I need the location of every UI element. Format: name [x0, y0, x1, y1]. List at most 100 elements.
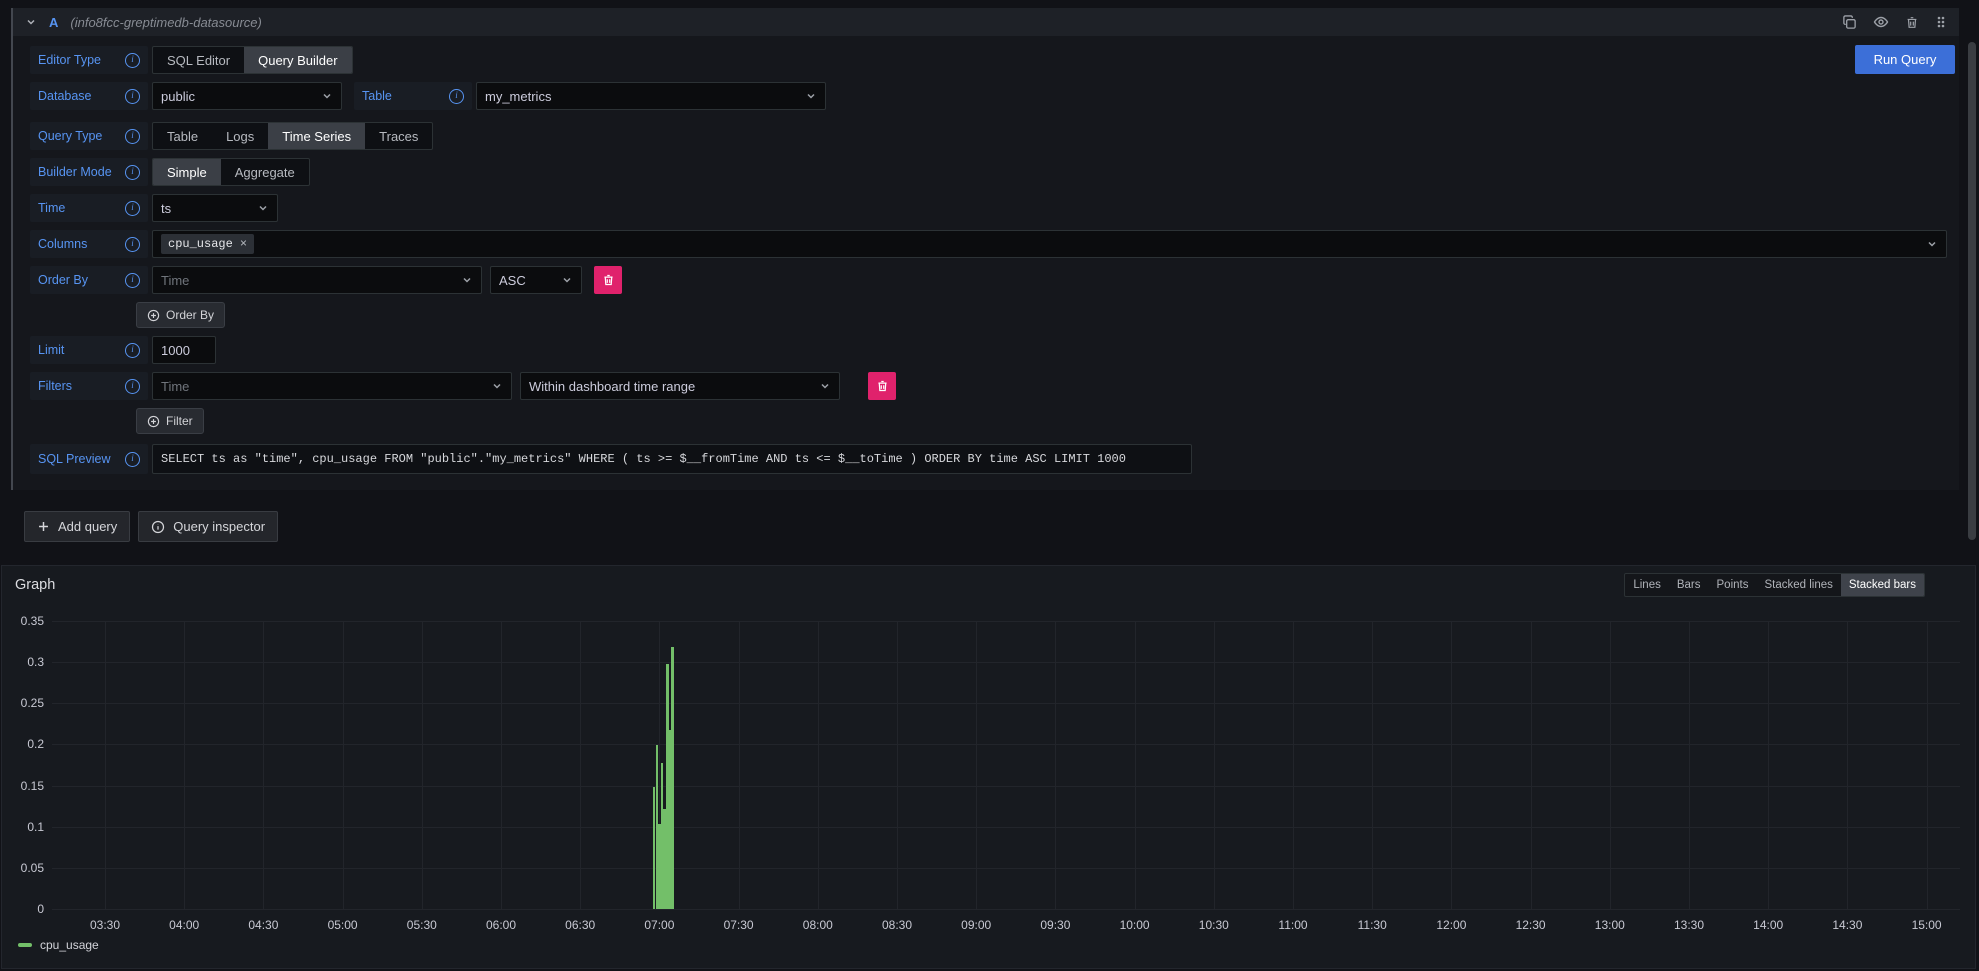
option-points[interactable]: Points	[1709, 574, 1757, 596]
row-limit: Limit i	[30, 336, 1947, 364]
row-editor-type: Editor Type i SQL Editor Query Builder	[30, 46, 1947, 74]
plot-area	[52, 621, 1960, 909]
x-tick-label: 05:30	[407, 918, 437, 932]
info-icon: i	[125, 201, 140, 216]
query-body: Editor Type i SQL Editor Query Builder D…	[13, 36, 1959, 490]
v-gridline	[1531, 621, 1532, 909]
row-database: Database i public Table i my_metrics	[30, 82, 1947, 110]
legend-item-cpu-usage[interactable]: cpu_usage	[18, 938, 99, 952]
order-by-field-select[interactable]: Time	[152, 266, 482, 294]
x-tick-label: 06:00	[486, 918, 516, 932]
duplicate-query-icon[interactable]	[1842, 15, 1857, 30]
row-builder-mode: Builder Mode i Simple Aggregate	[30, 158, 1947, 186]
graph-panel: Graph Lines Bars Points Stacked lines St…	[1, 565, 1976, 969]
columns-multiselect[interactable]: cpu_usage ×	[152, 230, 1947, 258]
option-sql-editor[interactable]: SQL Editor	[153, 47, 244, 73]
info-icon: i	[125, 343, 140, 358]
database-label: Database i	[30, 82, 148, 110]
collapse-chevron-icon[interactable]	[25, 16, 37, 28]
v-gridline	[976, 621, 977, 909]
builder-mode-label: Builder Mode i	[30, 158, 148, 186]
y-tick-label: 0.2	[2, 737, 44, 751]
v-gridline	[1847, 621, 1848, 909]
trash-icon	[876, 379, 889, 393]
x-tick-label: 09:00	[961, 918, 991, 932]
option-traces[interactable]: Traces	[365, 123, 432, 149]
x-tick-label: 07:30	[724, 918, 754, 932]
drag-handle-icon[interactable]	[1935, 14, 1947, 30]
x-tick-label: 05:00	[328, 918, 358, 932]
limit-input[interactable]	[152, 336, 216, 364]
chevron-down-icon	[1918, 238, 1938, 250]
info-icon: i	[125, 89, 140, 104]
run-query-button[interactable]: Run Query	[1855, 45, 1955, 74]
add-filter-button[interactable]: Filter	[136, 408, 204, 434]
query-header-actions	[1842, 14, 1947, 30]
v-gridline	[1214, 621, 1215, 909]
x-tick-label: 08:00	[803, 918, 833, 932]
x-tick-label: 06:30	[565, 918, 595, 932]
v-gridline	[1451, 621, 1452, 909]
info-icon: i	[125, 273, 140, 288]
query-inspector-button[interactable]: Query inspector	[138, 511, 278, 542]
v-gridline	[263, 621, 264, 909]
option-aggregate[interactable]: Aggregate	[221, 159, 309, 185]
info-icon: i	[125, 129, 140, 144]
v-gridline	[1135, 621, 1136, 909]
remove-tag-icon[interactable]: ×	[240, 238, 247, 250]
x-tick-label: 14:30	[1832, 918, 1862, 932]
v-gridline	[105, 621, 106, 909]
v-gridline	[818, 621, 819, 909]
x-tick-label: 12:30	[1516, 918, 1546, 932]
editor-type-label: Editor Type i	[30, 46, 148, 74]
x-tick-label: 13:00	[1595, 918, 1625, 932]
y-tick-label: 0.35	[2, 614, 44, 628]
option-table[interactable]: Table	[153, 123, 212, 149]
v-gridline	[1293, 621, 1294, 909]
row-order-by: Order By i Time ASC	[30, 266, 1947, 294]
row-sql-preview: SQL Preview i SELECT ts as "time", cpu_u…	[30, 444, 1947, 474]
option-stacked-lines[interactable]: Stacked lines	[1756, 574, 1840, 596]
scrollbar-thumb[interactable]	[1968, 42, 1976, 540]
time-select[interactable]: ts	[152, 194, 278, 222]
query-header: A (info8fcc-greptimedb-datasource)	[13, 8, 1959, 36]
table-select[interactable]: my_metrics	[476, 82, 826, 110]
option-stacked-bars[interactable]: Stacked bars	[1841, 574, 1924, 596]
row-time: Time i ts	[30, 194, 1947, 222]
x-tick-label: 12:00	[1436, 918, 1466, 932]
add-query-button[interactable]: Add query	[24, 511, 130, 542]
option-bars[interactable]: Bars	[1669, 574, 1709, 596]
display-mode-toggle: Lines Bars Points Stacked lines Stacked …	[1624, 573, 1925, 597]
v-gridline	[343, 621, 344, 909]
query-editor-card: A (info8fcc-greptimedb-datasource) Edito…	[11, 8, 1959, 490]
plus-circle-icon	[147, 309, 160, 322]
h-gridline	[52, 662, 1960, 663]
option-time-series[interactable]: Time Series	[268, 123, 365, 149]
add-order-by-button[interactable]: Order By	[136, 302, 225, 328]
option-simple[interactable]: Simple	[153, 159, 221, 185]
remove-filter-button[interactable]	[868, 372, 896, 400]
filter-range-select[interactable]: Within dashboard time range	[520, 372, 840, 400]
option-lines[interactable]: Lines	[1625, 574, 1669, 596]
option-query-builder[interactable]: Query Builder	[244, 47, 351, 73]
row-query-type: Query Type i Table Logs Time Series Trac…	[30, 122, 1947, 150]
query-ref-id[interactable]: A	[49, 15, 58, 30]
row-columns: Columns i cpu_usage ×	[30, 230, 1947, 258]
toggle-visibility-icon[interactable]	[1873, 14, 1889, 30]
order-by-label: Order By i	[30, 266, 148, 294]
table-label: Table i	[354, 82, 472, 110]
delete-query-icon[interactable]	[1905, 15, 1919, 30]
v-gridline	[580, 621, 581, 909]
y-tick-label: 0.05	[2, 861, 44, 875]
option-logs[interactable]: Logs	[212, 123, 268, 149]
x-tick-label: 09:30	[1040, 918, 1070, 932]
database-select[interactable]: public	[152, 82, 342, 110]
order-by-direction-select[interactable]: ASC	[490, 266, 582, 294]
filter-field-select[interactable]: Time	[152, 372, 512, 400]
remove-order-by-button[interactable]	[594, 266, 622, 294]
v-gridline	[1610, 621, 1611, 909]
info-icon: i	[125, 452, 140, 467]
y-tick-label: 0	[2, 902, 44, 916]
query-footer-actions: Add query Query inspector	[24, 511, 278, 542]
chevron-down-icon	[797, 90, 817, 102]
